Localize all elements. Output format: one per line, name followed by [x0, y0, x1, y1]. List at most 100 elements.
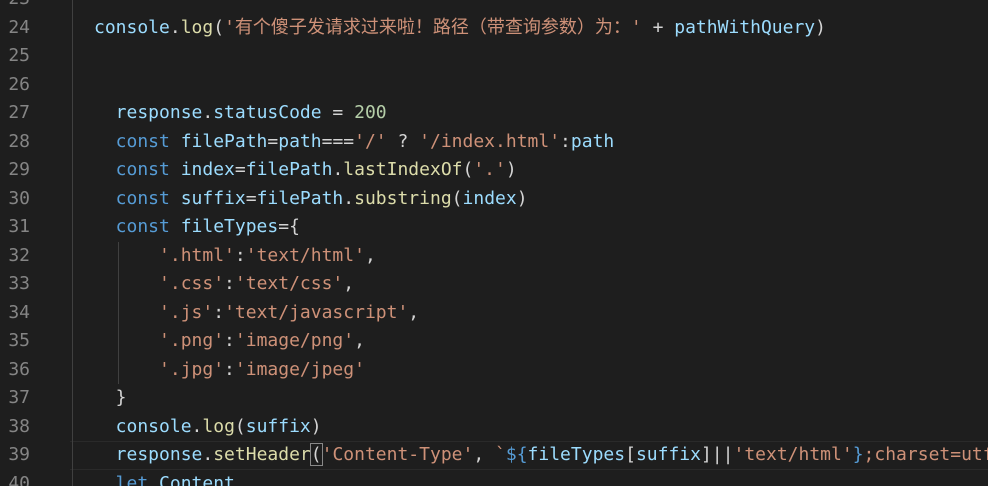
code-token: path — [570, 130, 615, 152]
line-number: 27 — [8, 102, 30, 123]
code-text: response.setHeader('Content-Type', `${fi… — [94, 441, 988, 470]
code-line[interactable]: 37 } — [0, 384, 988, 413]
code-token: . — [332, 159, 344, 180]
code-token: : — [560, 130, 571, 152]
code-line[interactable]: 39 response.setHeader('Content-Type', `$… — [0, 441, 988, 470]
line-number: 36 — [8, 358, 30, 380]
code-token: , — [343, 273, 355, 294]
code-token: ={ — [278, 216, 300, 237]
code-token: fileTypes — [527, 444, 626, 465]
code-token: ]|| — [700, 444, 734, 465]
code-token: ` — [495, 444, 506, 465]
code-token: , — [364, 244, 376, 266]
code-token: 'Content-Type' — [321, 444, 474, 465]
code-token: === — [321, 130, 355, 152]
code-line[interactable]: 30 const suffix=filePath.substring(index… — [0, 185, 988, 214]
code-token: let — [94, 472, 149, 486]
code-token: 'text/css' — [234, 273, 344, 294]
code-line[interactable]: 35 '.png':'image/png', — [0, 327, 988, 356]
line-number: 35 — [8, 330, 30, 351]
code-token: '.png' — [94, 330, 225, 351]
code-token: response — [94, 444, 203, 465]
code-token: , — [473, 444, 496, 465]
line-number: 26 — [8, 73, 30, 95]
code-line[interactable]: 36 '.jpg':'image/jpeg' — [0, 356, 988, 385]
code-text: '.html':'text/html', — [94, 242, 376, 271]
code-token: response — [94, 102, 203, 123]
code-token: filePath — [245, 159, 333, 180]
code-token: suffix — [245, 415, 311, 437]
code-token: ${ — [505, 444, 528, 465]
code-token: console — [94, 415, 192, 437]
code-token: lastIndexOf — [343, 159, 463, 180]
code-line[interactable]: 26 — [0, 71, 988, 100]
code-text: } — [94, 384, 127, 413]
code-token: '.jpg' — [94, 358, 225, 380]
code-line[interactable]: 25 — [0, 42, 988, 71]
line-number: 31 — [8, 216, 30, 237]
code-token: '.html' — [94, 244, 235, 266]
code-token: ;charset=utf-8` — [863, 444, 988, 465]
line-number: 25 — [8, 45, 30, 66]
line-number: 30 — [8, 187, 30, 209]
code-line[interactable]: 33 '.css':'text/css', — [0, 270, 988, 299]
code-token: console — [94, 16, 170, 38]
code-token: Content — [159, 472, 235, 486]
code-token: [ — [625, 444, 636, 465]
line-number: 40 — [8, 472, 30, 486]
code-token: filePath — [256, 187, 344, 209]
line-number: 39 — [8, 444, 30, 465]
code-text: '.css':'text/css', — [94, 270, 354, 299]
code-line[interactable]: 31 const fileTypes={ — [0, 213, 988, 242]
code-token: '/index.html' — [419, 130, 561, 152]
code-token: 'image/jpeg' — [234, 358, 365, 380]
code-token: 'text/html' — [245, 244, 365, 266]
code-token: statusCode — [213, 102, 322, 123]
code-token: index — [462, 187, 517, 209]
code-token: ) — [310, 415, 322, 437]
line-number: 34 — [8, 301, 30, 323]
code-text: '.js':'text/javascript', — [94, 299, 419, 328]
code-token: : — [224, 273, 235, 294]
code-token: '.js' — [94, 301, 214, 323]
code-token: log — [202, 415, 235, 437]
code-line[interactable]: 28 const filePath=path==='/' ? '/index.h… — [0, 128, 988, 157]
code-text: console.log(suffix) — [94, 413, 322, 442]
code-line[interactable]: 23 — [0, 0, 988, 14]
code-line[interactable]: 38 console.log(suffix) — [0, 413, 988, 442]
code-token: index — [180, 159, 235, 180]
code-text: '.jpg':'image/jpeg' — [94, 356, 365, 385]
code-token: ( — [213, 16, 225, 38]
line-number: 28 — [8, 130, 30, 152]
code-text: const suffix=filePath.substring(index) — [94, 185, 528, 214]
code-token: = — [267, 130, 279, 152]
code-text: const fileTypes={ — [94, 213, 300, 242]
line-number: 32 — [8, 244, 30, 266]
code-token: ) — [505, 159, 517, 180]
code-line[interactable]: 29 const index=filePath.lastIndexOf('.') — [0, 156, 988, 185]
code-line[interactable]: 34 '.js':'text/javascript', — [0, 299, 988, 328]
code-token: 'image/png' — [234, 330, 355, 351]
code-token: setHeader — [213, 444, 311, 465]
code-text: let Content — [94, 470, 235, 486]
code-line[interactable]: 24 console.log('有个傻子发请求过来啦！路径（带查询参数）为：' +… — [0, 14, 988, 43]
code-text: '.png':'image/png', — [94, 327, 365, 356]
code-token: suffix — [635, 444, 701, 465]
code-editor[interactable]: 2324console.log('有个傻子发请求过来啦！路径（带查询参数）为：'… — [0, 0, 988, 486]
code-line[interactable]: 27 response.statusCode = 200 — [0, 99, 988, 128]
code-token: = — [234, 159, 246, 180]
code-token: ( — [309, 443, 323, 466]
line-number: 29 — [8, 159, 30, 180]
code-token: ( — [462, 159, 474, 180]
code-token: 200 — [354, 102, 387, 123]
code-line[interactable]: 40 let Content — [0, 470, 988, 486]
code-token: : — [213, 301, 225, 323]
code-token: '.' — [473, 159, 506, 180]
code-token: } — [94, 387, 127, 408]
code-line[interactable]: 32 '.html':'text/html', — [0, 242, 988, 271]
code-token: '.css' — [94, 273, 225, 294]
code-token: . — [191, 415, 203, 437]
